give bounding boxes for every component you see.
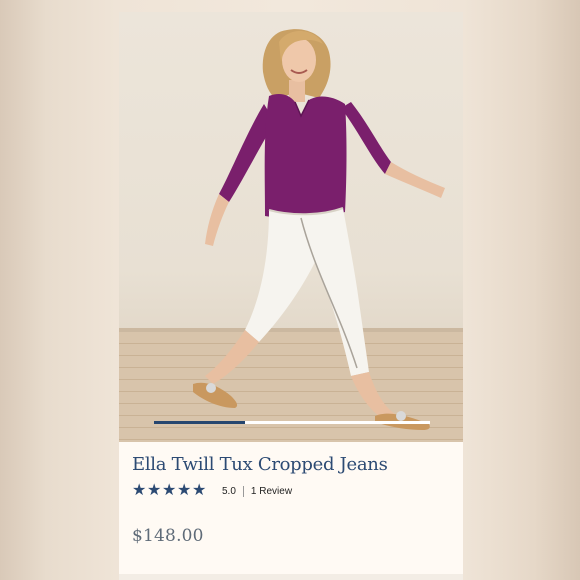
star-icon: ★	[162, 482, 176, 499]
star-icon: ★	[177, 482, 191, 499]
product-rating[interactable]: ★ ★ ★ ★ ★ 5.0 1 Review	[132, 483, 292, 499]
product-price: $148.00	[132, 526, 204, 546]
product-image[interactable]	[119, 12, 463, 442]
carousel-progress-fill	[154, 421, 246, 424]
model-figure	[193, 29, 445, 430]
star-icon: ★	[192, 482, 206, 499]
carousel-progress-bar[interactable]	[154, 421, 430, 424]
rating-stars: ★ ★ ★ ★ ★	[132, 483, 207, 499]
rating-value: 5.0	[222, 485, 236, 497]
product-card[interactable]: Ella Twill Tux Cropped Jeans ★ ★ ★ ★ ★ 5.0 1…	[119, 12, 463, 580]
product-title[interactable]: Ella Twill Tux Cropped Jeans	[132, 454, 388, 475]
rating-divider	[242, 485, 244, 497]
card-bottom-edge	[119, 574, 463, 580]
star-icon: ★	[132, 482, 146, 499]
review-count-link[interactable]: 1 Review	[251, 486, 292, 497]
star-icon: ★	[147, 482, 161, 499]
